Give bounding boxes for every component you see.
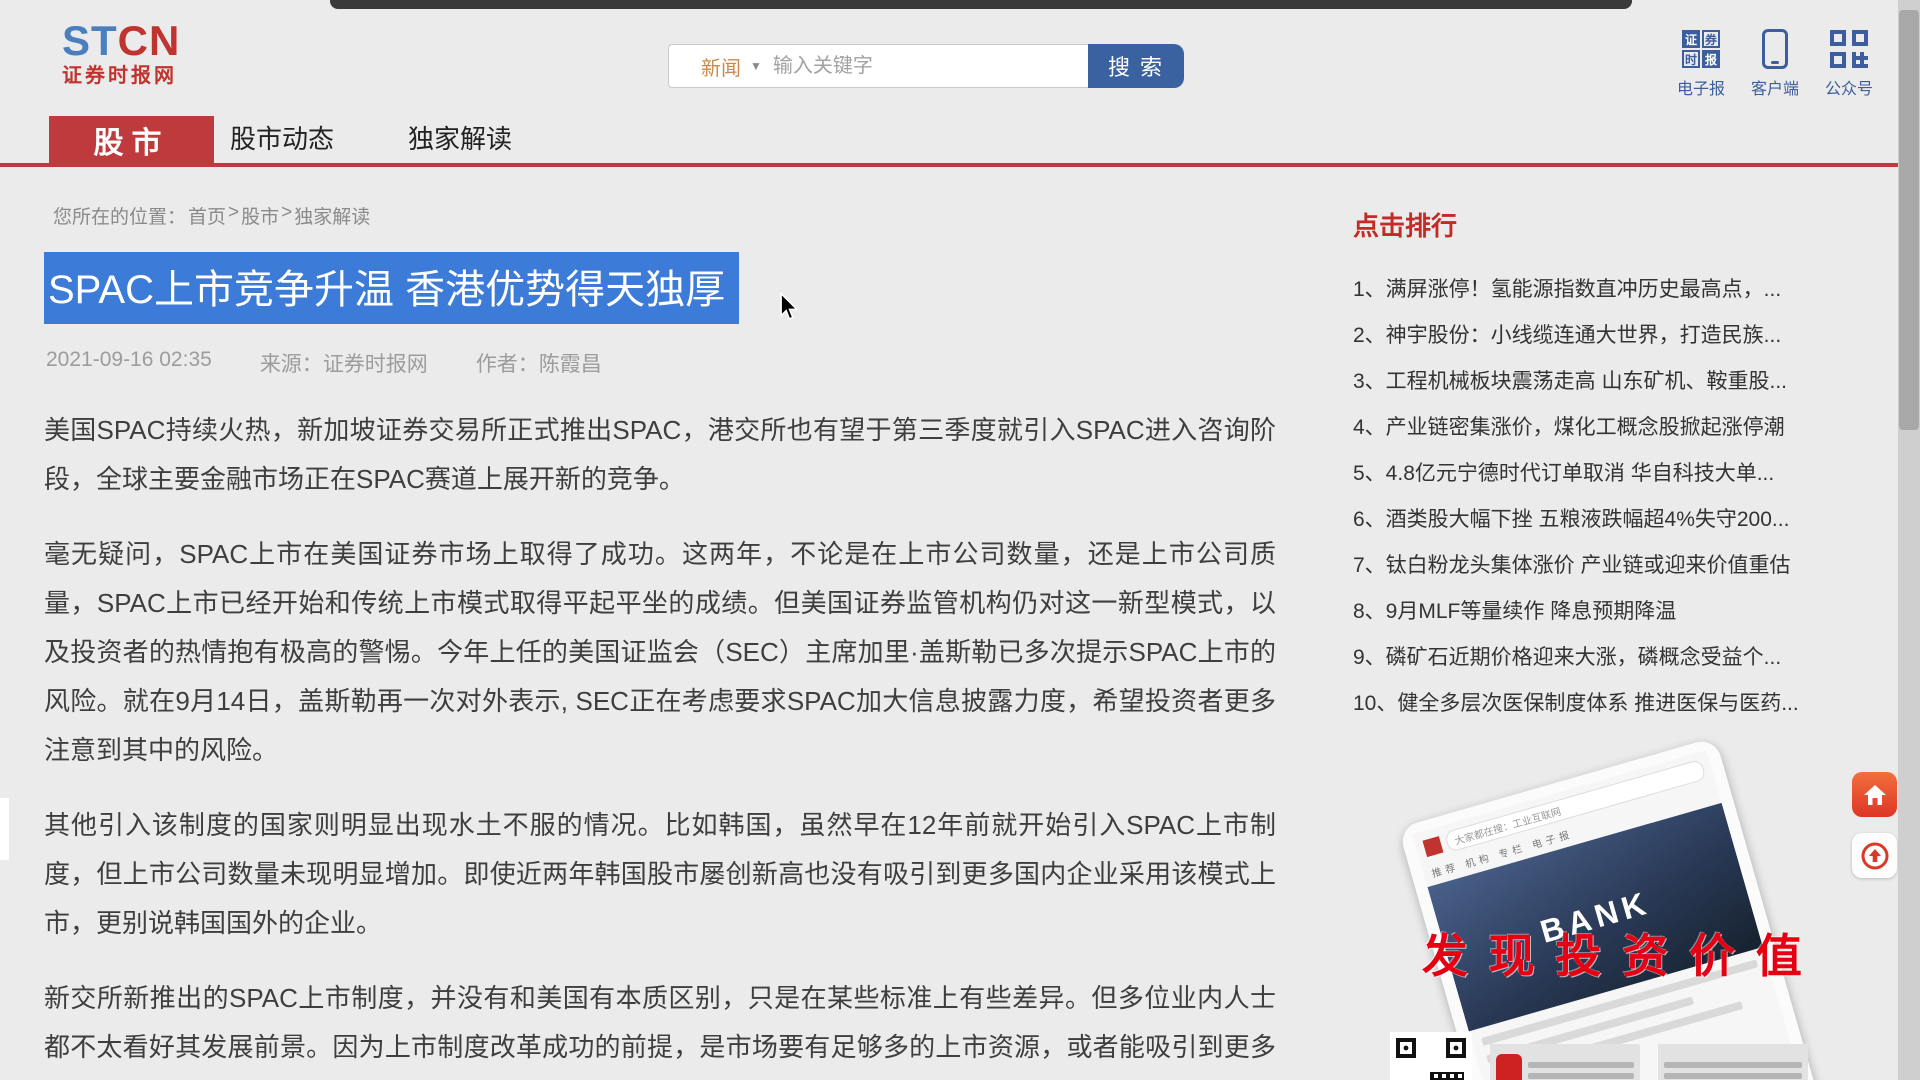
article-author: 作者：陈霞昌 <box>476 348 602 378</box>
breadcrumb-label: 您所在的位置： <box>53 202 186 229</box>
main-nav: 股市 股市动态 独家解读 <box>0 116 1920 163</box>
ranking-item[interactable]: 3、工程机械板块震荡走高 山东矿机、鞍重股... <box>1353 359 1853 405</box>
page: STCN 证券时报网 新闻 ▼ 搜 索 证券 时报 电子报 客户端 <box>0 0 1920 1080</box>
wechat-account-label: 公众号 <box>1825 75 1873 99</box>
epaper-label: 电子报 <box>1677 75 1725 99</box>
search-box: 新闻 ▼ <box>668 44 1088 88</box>
ranking-item[interactable]: 8、9月MLF等量续作 降息预期降温 <box>1353 589 1853 635</box>
search-button[interactable]: 搜 索 <box>1088 44 1184 88</box>
nav-tab-stock-market[interactable]: 股市 <box>49 116 214 163</box>
ad-slogan: 发 现 投 资 价 值 <box>1422 920 1806 986</box>
article-paragraph: 美国SPAC持续火热，新加坡证券交易所正式推出SPAC，港交所也有望于第三季度就… <box>44 406 1276 504</box>
search-input[interactable] <box>771 54 1088 79</box>
article-paragraph: 毫无疑问，SPAC上市在美国证券市场上取得了成功。这两年，不论是在上市公司数量，… <box>44 530 1276 775</box>
mobile-app-label: 客户端 <box>1751 75 1799 99</box>
nav-tab-stock-news[interactable]: 股市动态 <box>230 116 334 163</box>
ad-thumbnail <box>1490 1044 1640 1080</box>
search-category-select[interactable]: 新闻 <box>701 52 741 81</box>
home-icon <box>1862 783 1888 807</box>
site-logo[interactable]: STCN 证券时报网 <box>62 20 180 86</box>
sidebar-ad[interactable]: 大家都在搜：工业互联网 推荐 机构 专栏 电子报 BANK 发 现 投 资 价 … <box>1358 748 1840 1080</box>
ad-thumb-figure <box>1496 1054 1522 1080</box>
article-body: 美国SPAC持续火热，新加坡证券交易所正式推出SPAC，港交所也有望于第三季度就… <box>44 406 1276 1080</box>
ad-thumbnail <box>1658 1044 1808 1080</box>
ranking-item[interactable]: 7、钛白粉龙头集体涨价 产业链或迎来价值重估 <box>1353 543 1853 589</box>
article-paragraph: 新交所新推出的SPAC上市制度，并没有和美国有本质区别，只是在某些标准上有些差异… <box>44 974 1276 1080</box>
breadcrumb-separator: > <box>228 202 239 229</box>
article-title-selected[interactable]: SPAC上市竞争升温 香港优势得天独厚 <box>44 252 739 324</box>
back-to-top-button[interactable] <box>1852 833 1897 878</box>
wechat-account-link[interactable]: 公众号 <box>1820 28 1878 99</box>
breadcrumb-home[interactable]: 首页 <box>188 202 226 229</box>
scrollbar-thumb[interactable] <box>1899 10 1919 430</box>
ranking-item[interactable]: 9、磷矿石近期价格迎来大涨，磷概念受益个... <box>1353 635 1853 681</box>
left-edge-artifact <box>0 798 9 860</box>
ranking-title: 点击排行 <box>1353 206 1853 243</box>
breadcrumb-page[interactable]: 独家解读 <box>294 202 370 229</box>
source-label: 来源： <box>260 353 323 376</box>
ad-phone-mockup: 大家都在搜：工业互联网 推荐 机构 专栏 电子报 BANK <box>1398 737 1831 1080</box>
ranking-item[interactable]: 4、产业链密集涨价，煤化工概念股掀起涨停潮 <box>1353 405 1853 451</box>
mobile-app-link[interactable]: 客户端 <box>1746 28 1804 99</box>
author-label: 作者： <box>476 353 539 376</box>
epaper-icon: 证券 时报 <box>1682 28 1720 70</box>
logo-subtitle: 证券时报网 <box>62 66 180 86</box>
breadcrumb-section[interactable]: 股市 <box>241 202 279 229</box>
qrcode-icon <box>1830 28 1868 70</box>
breadcrumb-separator: > <box>281 202 292 229</box>
ranking-item[interactable]: 10、健全多层次医保制度体系 推进医保与医药... <box>1353 681 1853 727</box>
top-overlay-bar <box>330 0 1632 9</box>
up-arrow-icon <box>1860 841 1890 871</box>
source-value: 证券时报网 <box>323 353 428 376</box>
header-quick-links: 证券 时报 电子报 客户端 公众号 <box>1672 28 1878 99</box>
epaper-link[interactable]: 证券 时报 电子报 <box>1672 28 1730 99</box>
nav-tab-exclusive[interactable]: 独家解读 <box>408 116 512 163</box>
breadcrumb: 您所在的位置： 首页 > 股市 > 独家解读 <box>53 202 370 229</box>
chevron-down-icon[interactable]: ▼ <box>750 59 762 73</box>
logo-text: STCN <box>62 20 180 62</box>
click-ranking-panel: 点击排行 1、满屏涨停！氢能源指数直冲历史最高点，... 2、神宇股份：小线缆连… <box>1353 206 1853 727</box>
article-date: 2021-09-16 02:35 <box>46 348 212 378</box>
nav-underline <box>0 163 1920 167</box>
ad-phone-app-logo <box>1422 836 1443 857</box>
home-button[interactable] <box>1852 772 1897 817</box>
logo-cn: CN <box>118 17 181 64</box>
ranking-item[interactable]: 5、4.8亿元宁德时代订单取消 华自科技大单... <box>1353 451 1853 497</box>
ranking-list: 1、满屏涨停！氢能源指数直冲历史最高点，... 2、神宇股份：小线缆连通大世界，… <box>1353 267 1853 727</box>
scrollbar-track[interactable] <box>1898 0 1920 1080</box>
article-meta: 2021-09-16 02:35 来源：证券时报网 作者：陈霞昌 <box>46 348 602 378</box>
search-bar: 新闻 ▼ 搜 索 <box>668 44 1184 88</box>
ranking-item[interactable]: 1、满屏涨停！氢能源指数直冲历史最高点，... <box>1353 267 1853 313</box>
ranking-item[interactable]: 6、酒类股大幅下挫 五粮液跌幅超4%失守200... <box>1353 497 1853 543</box>
ad-qrcode <box>1390 1032 1472 1080</box>
article-source: 来源：证券时报网 <box>260 348 428 378</box>
mobile-app-icon <box>1762 28 1788 70</box>
ranking-item[interactable]: 2、神宇股份：小线缆连通大世界，打造民族... <box>1353 313 1853 359</box>
author-value: 陈霞昌 <box>539 353 602 376</box>
mouse-cursor <box>778 292 800 327</box>
article-title-wrap: SPAC上市竞争升温 香港优势得天独厚 <box>44 252 739 324</box>
logo-st: ST <box>62 17 118 64</box>
article-paragraph: 其他引入该制度的国家则明显出现水土不服的情况。比如韩国，虽然早在12年前就开始引… <box>44 801 1276 948</box>
